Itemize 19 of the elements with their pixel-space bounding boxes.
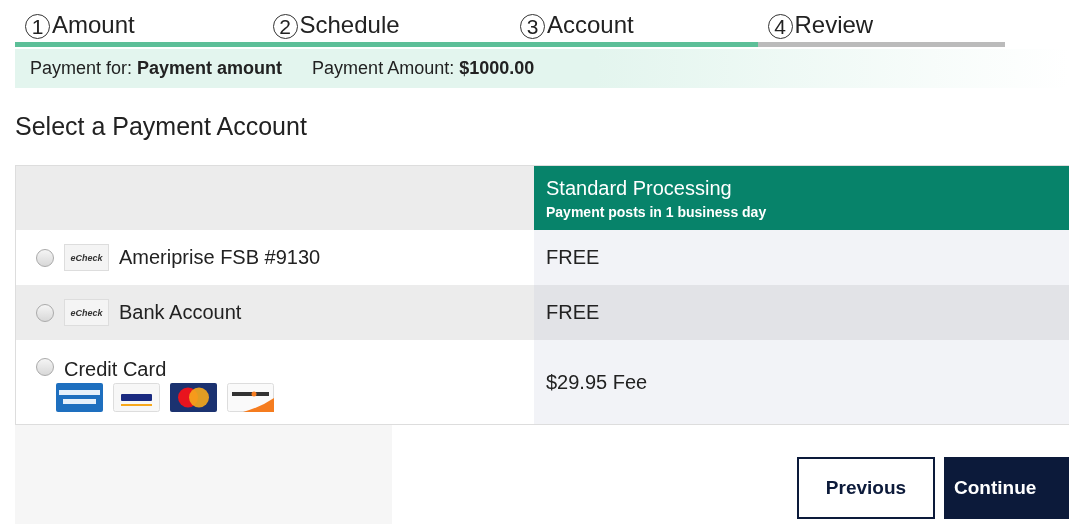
fee-text: FREE	[546, 301, 600, 324]
step-label: Review	[794, 10, 874, 40]
section-heading: Select a Payment Account	[15, 112, 308, 141]
echeck-badge: eCheck	[64, 299, 109, 326]
step-label: Amount	[52, 10, 135, 40]
summary-text: Payment Amount: $1000.00	[312, 58, 535, 79]
step-label: Account	[547, 10, 634, 40]
account-label: Bank Account	[119, 301, 242, 324]
continue-button[interactable]: Continue	[944, 457, 1069, 519]
step-label: Schedule	[299, 10, 400, 40]
column-subtitle: Payment posts in 1 business day	[546, 203, 767, 220]
echeck-badge: eCheck	[64, 244, 109, 271]
column-title: Standard Processing	[546, 176, 732, 200]
account-label: Credit Card	[64, 358, 168, 381]
previous-button[interactable]: Previous	[797, 457, 935, 519]
summary-text: Payment for: Payment amount	[30, 58, 283, 79]
fee-text: FREE	[546, 246, 600, 269]
fee-text: $29.95 Fee	[546, 370, 648, 394]
account-label: Ameriprise FSB #9130	[119, 246, 321, 269]
